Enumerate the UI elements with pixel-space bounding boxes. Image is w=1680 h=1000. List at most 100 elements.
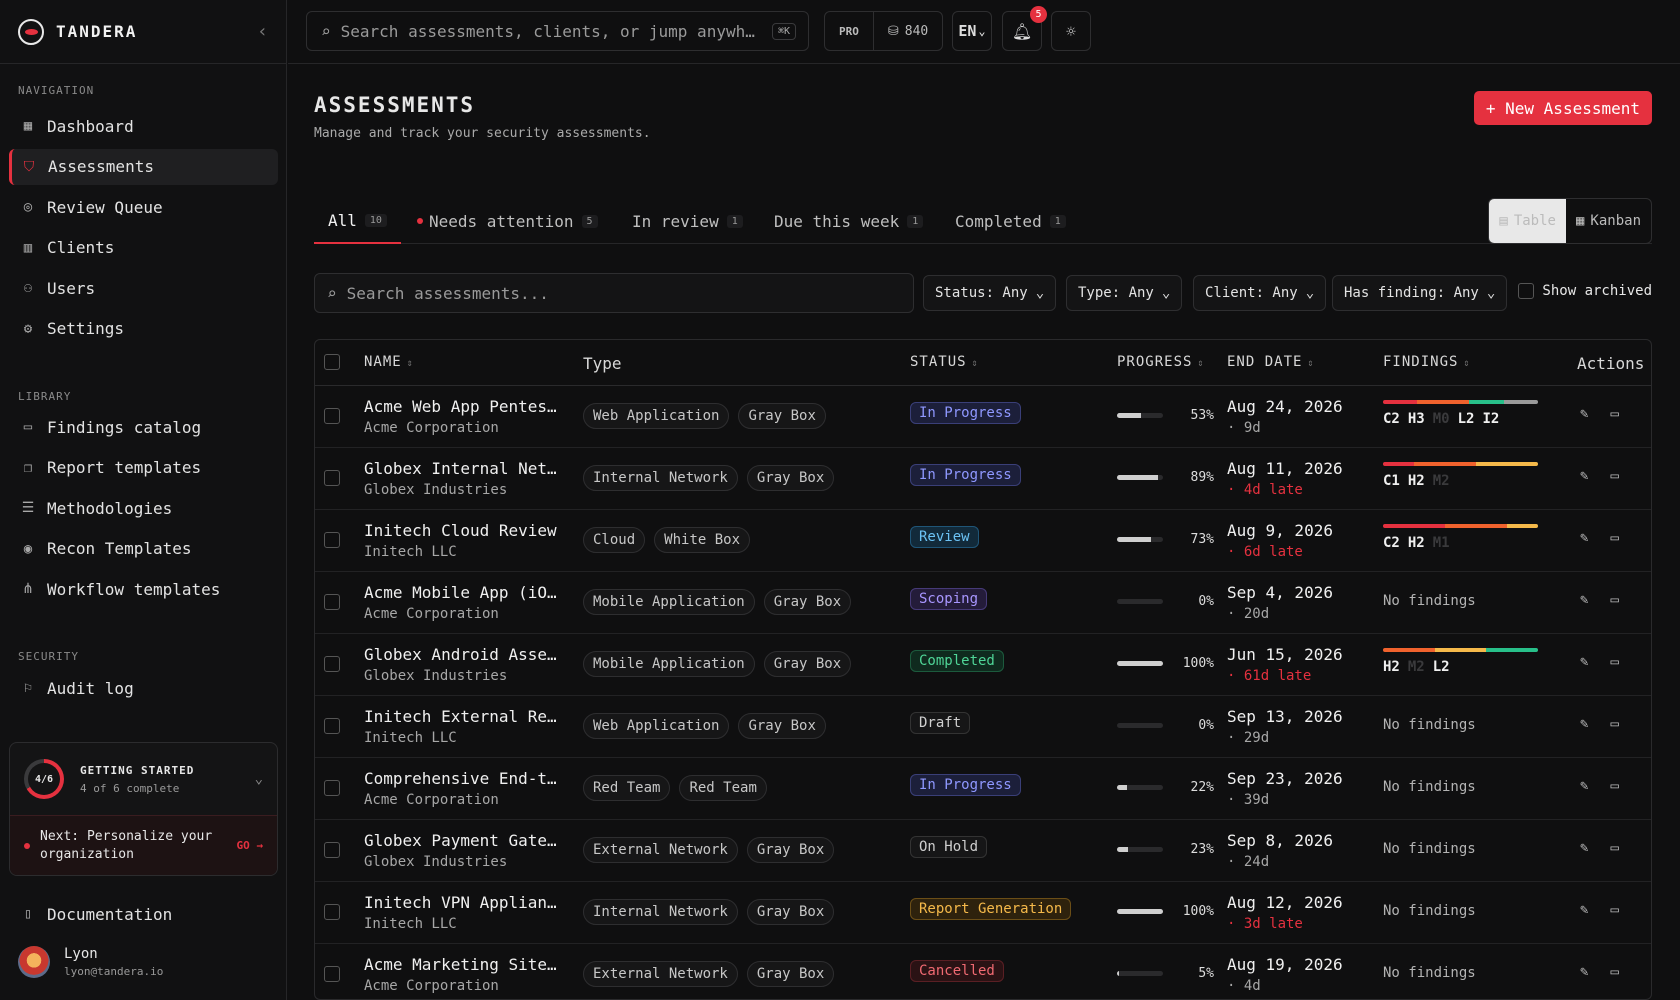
tab-count: 5 [581,214,598,228]
assessment-name[interactable]: Globex Payment Gatew… [364,831,564,850]
user-profile[interactable]: Lyon lyon@tandera.io [18,946,163,978]
col-name[interactable]: NAME ⇕ [364,354,414,370]
assessment-name[interactable]: Comprehensive End-to… [364,769,564,788]
tab-all[interactable]: All 10 [314,198,401,244]
notifications-button[interactable]: 🔔︎ 5 [1002,6,1047,51]
global-search-input[interactable]: ⌕ Search assessments, clients, or jump a… [306,11,809,51]
row-checkbox[interactable] [324,904,340,920]
tab-in-review[interactable]: In review 1 [632,198,743,244]
tab-due-this-week[interactable]: Due this week 1 [774,198,924,244]
row-checkbox[interactable] [324,470,340,486]
show-archived-toggle[interactable]: Show archived [1518,283,1652,299]
table-row[interactable]: Globex Android Asses… Globex Industries Mo… [315,634,1651,696]
sidebar-item-methodologies[interactable]: ☰ Methodologies [9,490,278,526]
table-row[interactable]: Comprehensive End-to… Acme Corporation Red… [315,758,1651,820]
archive-icon[interactable]: ▭ [1610,530,1618,546]
table-row[interactable]: Globex Internal Netw… Globex Industries In… [315,448,1651,510]
assessment-name[interactable]: Acme Mobile App (iOS) [364,583,564,602]
row-checkbox[interactable] [324,780,340,796]
edit-icon[interactable]: ✎ [1580,406,1588,422]
table-row[interactable]: Globex Payment Gatew… Globex Industries Ex… [315,820,1651,882]
assessment-name[interactable]: Acme Web App Pentest… [364,397,564,416]
type-tag: Gray Box [746,899,835,925]
assessment-name[interactable]: Acme Marketing Site … [364,955,564,974]
assessment-search-input[interactable]: ⌕ Search assessments... [314,273,914,313]
archive-icon[interactable]: ▭ [1610,902,1618,918]
collapse-sidebar-icon[interactable]: ‹ [257,21,268,42]
user-email: lyon@tandera.io [64,965,164,978]
table-view-button[interactable]: ▤ Table [1489,199,1566,243]
archive-icon[interactable]: ▭ [1610,468,1618,484]
edit-icon[interactable]: ✎ [1580,654,1588,670]
client-name: Initech LLC [364,916,457,932]
select-all-checkbox[interactable] [324,354,340,370]
edit-icon[interactable]: ✎ [1580,530,1588,546]
sidebar-item-audit-log[interactable]: ⚐ Audit log [9,670,278,706]
table-row[interactable]: Acme Web App Pentest… Acme Corporation Web… [315,386,1651,448]
getting-started-card[interactable]: 4/6 GETTING STARTED 4 of 6 complete ⌄ Ne… [9,742,278,876]
assessment-name[interactable]: Initech Cloud Review [364,521,564,540]
severity-count: H2 [1407,535,1425,551]
archive-icon[interactable]: ▭ [1610,654,1618,670]
archive-icon[interactable]: ▭ [1610,964,1618,980]
edit-icon[interactable]: ✎ [1580,964,1588,980]
plan-credits[interactable]: PRO ⛁ 840 [824,11,944,51]
finding-filter[interactable]: Has finding: Any ⌄ [1332,275,1508,311]
table-row[interactable]: Initech Cloud Review Initech LLC Cloud Whit… [315,510,1651,572]
col-progress[interactable]: PROGRESS ⇕ [1117,354,1204,370]
tab-needs-attention[interactable]: Needs attention 5 [417,198,598,244]
archive-icon[interactable]: ▭ [1610,778,1618,794]
edit-icon[interactable]: ✎ [1580,716,1588,732]
edit-icon[interactable]: ✎ [1580,778,1588,794]
edit-icon[interactable]: ✎ [1580,592,1588,608]
edit-icon[interactable]: ✎ [1580,468,1588,484]
assessment-name[interactable]: Initech VPN Applianc… [364,893,564,912]
row-checkbox[interactable] [324,594,340,610]
sidebar-item-report-templates[interactable]: ❐ Report templates [9,450,278,486]
row-checkbox[interactable] [324,966,340,982]
col-status[interactable]: STATUS ⇕ [910,354,979,370]
tab-completed[interactable]: Completed 1 [955,198,1066,244]
sidebar-item-documentation[interactable]: ▯ Documentation [9,896,278,932]
kanban-view-button[interactable]: ▦ Kanban [1566,199,1651,243]
assessment-name[interactable]: Globex Internal Netw… [364,459,564,478]
assessment-name[interactable]: Initech External Rec… [364,707,564,726]
edit-icon[interactable]: ✎ [1580,902,1588,918]
table-row[interactable]: Acme Mobile App (iOS) Acme Corporation Mob… [315,572,1651,634]
sidebar-item-assessments[interactable]: ⛉ Assessments [9,148,278,185]
sidebar-item-recon-templates[interactable]: ◉ Recon Templates [9,531,278,567]
table-row[interactable]: Initech VPN Applianc… Initech LLC Internal… [315,882,1651,944]
type-filter[interactable]: Type: Any ⌄ [1066,275,1183,311]
sidebar-item-users[interactable]: ⚇ Users [9,270,278,306]
archive-icon[interactable]: ▭ [1610,592,1618,608]
sidebar-item-settings[interactable]: ⚙ Settings [9,311,278,347]
sidebar-item-findings-catalog[interactable]: ▭ Findings catalog [9,409,278,445]
archive-icon[interactable]: ▭ [1610,840,1618,856]
theme-toggle[interactable]: ☼ [1051,11,1091,51]
chevron-down-icon[interactable]: ⌄ [255,771,263,787]
row-checkbox[interactable] [324,718,340,734]
row-checkbox[interactable] [324,408,340,424]
sidebar-item-review-queue[interactable]: ◎ Review Queue [9,189,278,225]
sidebar-item-workflow-templates[interactable]: ⋔ Workflow templates [9,571,278,607]
archive-icon[interactable]: ▭ [1610,716,1618,732]
table-row[interactable]: Acme Marketing Site … Acme Corporation Ext… [315,944,1651,999]
language-select[interactable]: EN ⌄ [952,11,992,51]
status-filter[interactable]: Status: Any ⌄ [923,275,1057,311]
row-checkbox[interactable] [324,842,340,858]
row-checkbox[interactable] [324,656,340,672]
archived-checkbox[interactable] [1518,283,1535,299]
assessment-name[interactable]: Globex Android Asses… [364,645,564,664]
client-filter[interactable]: Client: Any ⌄ [1193,275,1327,311]
sidebar-item-clients[interactable]: ▥ Clients [9,230,278,266]
sidebar-item-dashboard[interactable]: ▦ Dashboard [9,108,278,144]
col-end-date[interactable]: END DATE ⇕ [1227,354,1314,370]
table-row[interactable]: Initech External Rec… Initech LLC Web Appl… [315,696,1651,758]
edit-icon[interactable]: ✎ [1580,840,1588,856]
new-assessment-button[interactable]: + New Assessment [1473,91,1652,125]
go-button[interactable]: GO → [237,839,264,852]
archive-icon[interactable]: ▭ [1610,406,1618,422]
col-findings[interactable]: FINDINGS ⇕ [1383,354,1470,370]
row-checkbox[interactable] [324,532,340,548]
getting-started-next[interactable]: Next: Personalize your organization GO → [10,815,277,875]
